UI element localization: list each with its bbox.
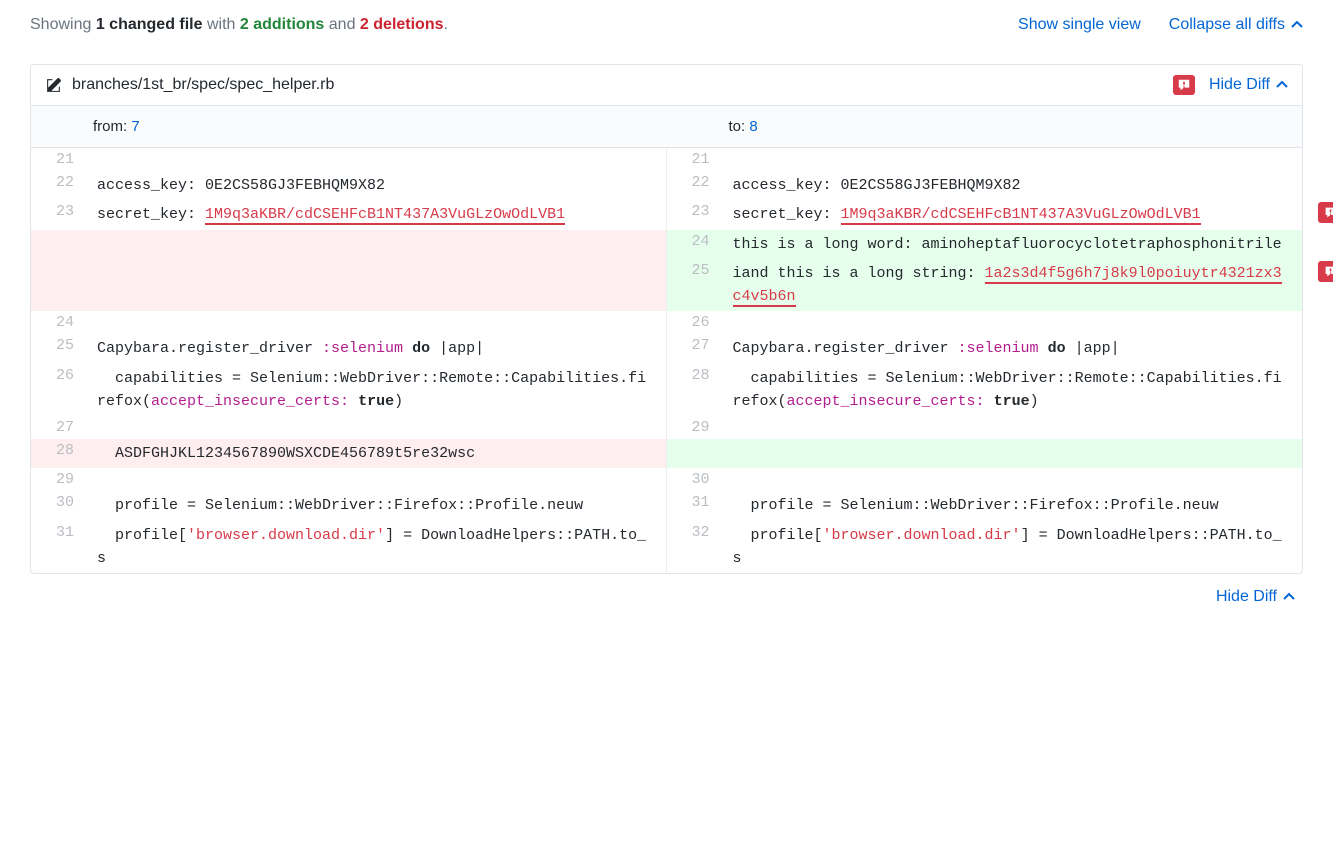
chevron-up-icon xyxy=(1291,19,1303,31)
diff-row: 29 30 xyxy=(31,468,1302,491)
line-number: 30 xyxy=(667,468,721,491)
code-line: ASDFGHJKL1234567890WSXCDE456789t5re32wsc xyxy=(85,439,666,468)
line-number: 26 xyxy=(31,364,85,417)
alert-icon[interactable] xyxy=(1173,75,1195,95)
line-number: 29 xyxy=(667,416,721,439)
diff-row: 24this is a long word: aminoheptafluoroc… xyxy=(31,230,1302,259)
line-number xyxy=(667,439,721,468)
line-number: 22 xyxy=(667,171,721,200)
line-number: 31 xyxy=(667,491,721,520)
diff-row: 25iand this is a long string: 1a2s3d4f5g… xyxy=(31,259,1302,312)
code-line: iand this is a long string: 1a2s3d4f5g6h… xyxy=(721,259,1303,312)
chevron-up-icon xyxy=(1276,79,1288,91)
inline-alert-icon[interactable] xyxy=(1318,202,1333,223)
edit-file-icon xyxy=(45,77,62,94)
line-number: 23 xyxy=(31,200,85,229)
file-path: branches/1st_br/spec/spec_helper.rb xyxy=(45,76,334,94)
file-header: branches/1st_br/spec/spec_helper.rb Hide… xyxy=(31,65,1302,106)
code-line: access_key: 0E2CS58GJ3FEBHQM9X82 xyxy=(85,171,666,200)
code-line xyxy=(721,468,1303,491)
code-line: this is a long word: aminoheptafluorocyc… xyxy=(721,230,1303,259)
code-line: Capybara.register_driver :selenium do |a… xyxy=(721,334,1303,363)
diff-row: 31 profile['browser.download.dir'] = Dow… xyxy=(31,521,1302,574)
line-number: 25 xyxy=(667,259,721,312)
line-number: 26 xyxy=(667,311,721,334)
code-line xyxy=(721,148,1303,171)
line-number: 24 xyxy=(667,230,721,259)
line-number: 27 xyxy=(31,416,85,439)
code-line xyxy=(85,416,666,439)
diff-row: 28 ASDFGHJKL1234567890WSXCDE456789t5re32… xyxy=(31,439,1302,468)
line-number xyxy=(31,259,85,312)
collapse-all-diffs-button[interactable]: Collapse all diffs xyxy=(1169,16,1303,34)
file-actions: Hide Diff xyxy=(1173,75,1288,95)
chevron-up-icon xyxy=(1283,591,1295,603)
line-number: 27 xyxy=(667,334,721,363)
diff-row: 30 profile = Selenium::WebDriver::Firefo… xyxy=(31,491,1302,520)
diff-row: 23secret_key: 1M9q3aKBR/cdCSEHFcB1NT437A… xyxy=(31,200,1302,229)
line-number: 25 xyxy=(31,334,85,363)
code-line: access_key: 0E2CS58GJ3FEBHQM9X82 xyxy=(721,171,1303,200)
code-line xyxy=(85,148,666,171)
diff-row: 21 21 xyxy=(31,148,1302,171)
line-number: 21 xyxy=(667,148,721,171)
to-revision: to: 8 xyxy=(667,106,1303,147)
from-revision: from: 7 xyxy=(31,106,667,147)
code-line xyxy=(85,259,666,312)
code-line xyxy=(721,439,1303,468)
line-number: 28 xyxy=(31,439,85,468)
diff-row: 22access_key: 0E2CS58GJ3FEBHQM9X82 22acc… xyxy=(31,171,1302,200)
diff-row: 25Capybara.register_driver :selenium do … xyxy=(31,334,1302,363)
code-line xyxy=(721,416,1303,439)
line-number: 28 xyxy=(667,364,721,417)
diff-row: 26 capabilities = Selenium::WebDriver::R… xyxy=(31,364,1302,417)
code-line: capabilities = Selenium::WebDriver::Remo… xyxy=(721,364,1303,417)
code-line xyxy=(85,468,666,491)
line-number: 22 xyxy=(31,171,85,200)
line-number: 32 xyxy=(667,521,721,574)
code-line: capabilities = Selenium::WebDriver::Remo… xyxy=(85,364,666,417)
hide-diff-button[interactable]: Hide Diff xyxy=(1209,76,1288,94)
file-diff-box: branches/1st_br/spec/spec_helper.rb Hide… xyxy=(30,64,1303,574)
diff-body: 21 21 22access_key: 0E2CS58GJ3FEBHQM9X82… xyxy=(31,148,1302,573)
file-footer: Hide Diff xyxy=(30,574,1303,606)
show-single-view-button[interactable]: Show single view xyxy=(1018,16,1141,34)
summary-text: Showing 1 changed file with 2 additions … xyxy=(30,16,448,34)
code-line: profile['browser.download.dir'] = Downlo… xyxy=(721,521,1303,574)
revision-header: from: 7 to: 8 xyxy=(31,106,1302,148)
code-line: profile = Selenium::WebDriver::Firefox::… xyxy=(721,491,1303,520)
diff-row: 24 26 xyxy=(31,311,1302,334)
line-number: 31 xyxy=(31,521,85,574)
code-line: profile = Selenium::WebDriver::Firefox::… xyxy=(85,491,666,520)
line-number: 24 xyxy=(31,311,85,334)
hide-diff-button[interactable]: Hide Diff xyxy=(1216,588,1295,606)
line-number: 23 xyxy=(667,200,721,229)
code-line: secret_key: 1M9q3aKBR/cdCSEHFcB1NT437A3V… xyxy=(721,200,1303,229)
summary-actions: Show single view Collapse all diffs xyxy=(1018,16,1303,34)
code-line xyxy=(721,311,1303,334)
line-number: 21 xyxy=(31,148,85,171)
code-line: Capybara.register_driver :selenium do |a… xyxy=(85,334,666,363)
line-number: 30 xyxy=(31,491,85,520)
line-number: 29 xyxy=(31,468,85,491)
diff-row: 27 29 xyxy=(31,416,1302,439)
code-line xyxy=(85,230,666,259)
code-line: secret_key: 1M9q3aKBR/cdCSEHFcB1NT437A3V… xyxy=(85,200,666,229)
code-line xyxy=(85,311,666,334)
summary-bar: Showing 1 changed file with 2 additions … xyxy=(30,10,1303,52)
line-number xyxy=(31,230,85,259)
inline-alert-icon[interactable] xyxy=(1318,261,1333,282)
code-line: profile['browser.download.dir'] = Downlo… xyxy=(85,521,666,574)
